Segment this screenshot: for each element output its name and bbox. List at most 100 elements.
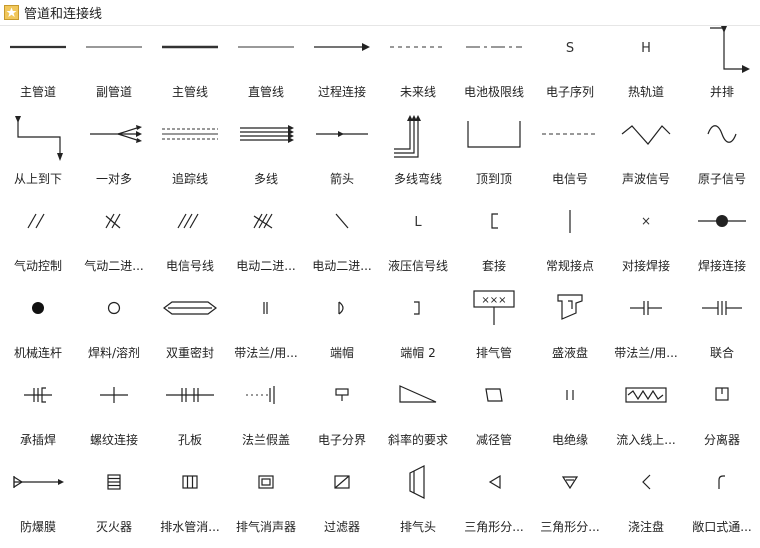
rupture-disk-icon (13, 475, 64, 489)
shape-label: 电子序列 (545, 85, 594, 99)
shape-label: 机械连杆 (13, 346, 62, 360)
shape-double-seal[interactable]: 双重密封 (152, 287, 228, 374)
shape-atomic-signal[interactable]: 原子信号 (684, 113, 760, 200)
shape-future-line[interactable]: 未来线 (380, 26, 456, 113)
shape-label: 顶到顶 (475, 172, 512, 186)
shape-main-line[interactable]: 主管线 (152, 26, 228, 113)
shape-triangle-split-1[interactable]: 三角形分... (456, 461, 532, 548)
shape-process-connection[interactable]: 过程连接 (304, 26, 380, 113)
electric-insulation-icon (566, 390, 574, 400)
shape-reducer[interactable]: 减径管 (456, 374, 532, 461)
shape-socket-joint[interactable]: 套接 (456, 200, 532, 287)
shape-electric-signal-line[interactable]: 电信号线 (152, 200, 228, 287)
shape-label: 端帽 (329, 346, 354, 360)
shape-hydraulic-signal-line[interactable]: L 液压信号线 (380, 200, 456, 287)
shape-pneumatic-control[interactable]: 气动控制 (0, 200, 76, 287)
shape-multi-line-bend[interactable]: 多线弯线 (380, 113, 456, 200)
arrow-icon (316, 131, 368, 137)
shape-label: 螺纹连接 (89, 433, 138, 447)
shape-pouring-pipe[interactable]: 浇注盘 (608, 461, 684, 548)
slope-requirement-icon (399, 385, 437, 403)
shape-electric-binary-2[interactable]: 电动二进... (304, 200, 380, 287)
shape-regular-contact[interactable]: 常规接点 (532, 200, 608, 287)
shape-hot-rail[interactable]: H 热轨道 (608, 26, 684, 113)
top-to-top-icon (467, 121, 521, 148)
shape-solder-solvent[interactable]: 焊料/溶剂 (76, 287, 152, 374)
shape-arrow[interactable]: 箭头 (304, 113, 380, 200)
shape-label: 排气消声器 (235, 520, 296, 534)
shape-flame-arrester[interactable]: 灭火器 (76, 461, 152, 548)
shape-pneumatic-binary-1[interactable]: 气动二进... (76, 200, 152, 287)
shape-end-cap[interactable]: 端帽 (304, 287, 380, 374)
shape-label: 防爆膜 (19, 520, 56, 534)
shape-socket-weld[interactable]: 承插焊 (0, 374, 76, 461)
shape-one-to-many[interactable]: 一对多 (76, 113, 152, 200)
open-vent-icon (718, 475, 725, 489)
shape-end-cap-2[interactable]: 端帽 2 (380, 287, 456, 374)
filter-icon (334, 475, 350, 489)
shape-secondary-pipe[interactable]: 副管道 (76, 26, 152, 113)
shape-flanged-2[interactable]: 带法兰/用... (608, 287, 684, 374)
shape-label: 原子信号 (697, 172, 746, 186)
pneumatic-control-icon (27, 213, 45, 229)
panel-title: 管道和连接线 (24, 7, 103, 22)
flanged-2-icon (630, 301, 662, 315)
socket-joint-icon (491, 213, 498, 229)
shape-straight-line[interactable]: 直管线 (228, 26, 304, 113)
shape-sonic-signal[interactable]: 声波信号 (608, 113, 684, 200)
shape-orifice-plate[interactable]: 孔板 (152, 374, 228, 461)
shape-tracing-line[interactable]: 追踪线 (152, 113, 228, 200)
shape-label: 声波信号 (621, 172, 670, 186)
shape-label: 对接焊接 (621, 259, 670, 273)
shape-butt-weld[interactable]: × 对接焊接 (608, 200, 684, 287)
shape-exhaust-head[interactable]: 排气头 (380, 461, 456, 548)
shape-label: 未来线 (399, 85, 436, 99)
shape-slope-requirement[interactable]: 斜率的要求 (380, 374, 456, 461)
shape-main-pipe[interactable]: 主管道 (0, 26, 76, 113)
pneumatic-binary-1-icon (105, 213, 121, 229)
shape-label: 斜率的要求 (387, 433, 448, 447)
shape-label: 电信号线 (165, 259, 214, 273)
shape-parallel-arrange[interactable]: 并排 (684, 26, 760, 113)
shape-inflow-line[interactable]: 流入线上... (608, 374, 684, 461)
tracing-line-icon (162, 128, 218, 140)
shape-exhaust-silencer[interactable]: 排气消声器 (228, 461, 304, 548)
secondary-pipe-icon (86, 46, 142, 48)
shape-separator[interactable]: 分离器 (684, 374, 760, 461)
shape-drain-silencer[interactable]: 排水管消... (152, 461, 228, 548)
shape-electric-insulation[interactable]: 电绝缘 (532, 374, 608, 461)
shape-label: 热轨道 (627, 85, 664, 99)
shape-rupture-disk[interactable]: 防爆膜 (0, 461, 76, 548)
shape-union[interactable]: 联合 (684, 287, 760, 374)
shape-filter[interactable]: 过滤器 (304, 461, 380, 548)
shape-electronic-boundary[interactable]: 电子分界 (304, 374, 380, 461)
shape-exhaust-pipe[interactable]: ××× 排气管 (456, 287, 532, 374)
shape-label: 敞口式通... (692, 520, 752, 534)
shape-electric-binary[interactable]: 电动二进... (228, 200, 304, 287)
shape-label: 流入线上... (616, 433, 676, 447)
main-pipe-icon (10, 45, 66, 49)
shape-threaded-connection[interactable]: 螺纹连接 (76, 374, 152, 461)
socket-weld-icon (24, 387, 52, 403)
shape-electric-signal[interactable]: 电信号 (532, 113, 608, 200)
shape-multi-line[interactable]: 多线 (228, 113, 304, 200)
shape-mechanical-linkage[interactable]: 机械连杆 (0, 287, 76, 374)
hot-rail-icon: H (641, 41, 651, 56)
shape-label: 电池极限线 (463, 85, 524, 99)
shape-top-to-bottom[interactable]: 从上到下 (0, 113, 76, 200)
shape-flange-blind[interactable]: 法兰假盖 (228, 374, 304, 461)
shape-weld-connection[interactable]: 焊接连接 (684, 200, 760, 287)
shape-drip-pan[interactable]: 盛液盘 (532, 287, 608, 374)
threaded-connection-icon (100, 387, 128, 403)
shape-electronic-sequence[interactable]: S 电子序列 (532, 26, 608, 113)
shape-battery-limit-line[interactable]: 电池极限线 (456, 26, 532, 113)
straight-line-icon (238, 46, 294, 48)
shape-top-to-top[interactable]: 顶到顶 (456, 113, 532, 200)
shape-flanged-1[interactable]: 带法兰/用... (228, 287, 304, 374)
shape-open-vent[interactable]: 敞口式通... (684, 461, 760, 548)
sonic-signal-icon (621, 125, 671, 145)
separator-icon (715, 387, 729, 401)
shape-triangle-split-2[interactable]: 三角形分... (532, 461, 608, 548)
electric-signal-icon (542, 133, 598, 135)
shape-label: 三角形分... (464, 520, 524, 534)
